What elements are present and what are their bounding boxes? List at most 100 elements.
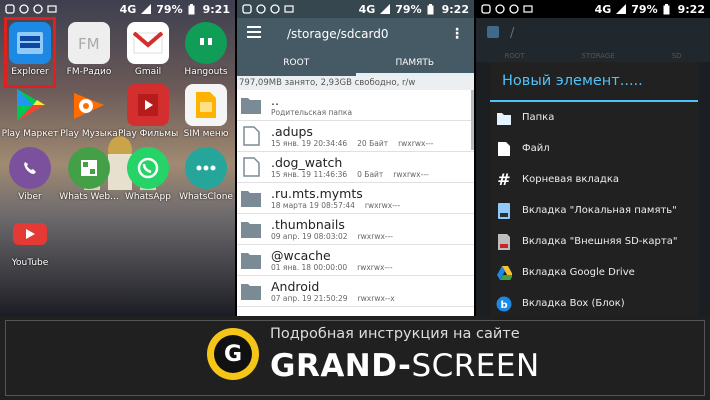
play-movies-icon [127, 84, 169, 126]
notification-icon [242, 4, 252, 14]
network-type: 4G [594, 2, 612, 16]
file-icon [243, 126, 260, 146]
app-play-music[interactable]: Play Музыка [59, 84, 119, 139]
highlight-frame [4, 17, 56, 88]
image-notification-icon [284, 4, 294, 14]
list-item[interactable]: .ru.mts.mymts 18 марта 19 08:57:44 rwxrwx… [237, 183, 474, 214]
menu-item-folder[interactable]: Папка [490, 102, 698, 133]
notification-icon [5, 4, 15, 14]
clock: 9:22 [677, 2, 705, 16]
local-storage-icon [496, 202, 512, 220]
current-path: /storage/sdcard0 [287, 26, 389, 41]
network-type: 4G [358, 2, 376, 16]
list-item[interactable]: .. Родительская папка [237, 90, 474, 121]
background-tabs: ROOT STORAGE SD [476, 49, 710, 62]
play-music-icon [68, 84, 110, 126]
overflow-menu-icon[interactable]: ⋮ [450, 26, 464, 42]
app-play-movies[interactable]: Play Фильмы [118, 84, 178, 139]
menu-item-google-drive-tab[interactable]: Вкладка Google Drive [490, 257, 698, 288]
storage-info: 797,09MB занято, 2,93GB свободно, r/w [237, 76, 474, 90]
app-whatsclone[interactable]: WhatsClone [176, 147, 235, 202]
menu-item-label: Файл [522, 143, 550, 154]
svg-text:b: b [501, 300, 508, 311]
item-name: .adups [271, 123, 313, 139]
whatsapp-notification-icon [19, 4, 29, 14]
app-fm-radio[interactable]: FM FM-Радио [59, 22, 119, 77]
new-item-screen: 4G 79% 9:22 / ROOT STORAGE SD Новый элем… [476, 0, 710, 316]
gmail-icon [127, 22, 169, 64]
app-gmail[interactable]: Gmail [118, 22, 178, 77]
list-item[interactable]: .thumbnails 09 апр. 19 08:03:02 rwxrwx--- [237, 214, 474, 245]
clock: 9:22 [441, 2, 469, 16]
app-label: Play Фильмы [118, 129, 179, 139]
battery-level: 79% [395, 2, 422, 16]
folder-icon [241, 222, 261, 238]
battery-icon [663, 4, 673, 15]
app-label: FM-Радио [66, 67, 112, 77]
signal-icon [616, 4, 627, 14]
item-name: @wcache [271, 247, 331, 263]
explorer-app-icon [486, 25, 500, 43]
app-label: Viber [18, 192, 42, 202]
app-label: Play Музыка [60, 129, 118, 139]
new-item-dialog: Новый элемент..... Папка Файл # Корневая… [490, 62, 698, 316]
menu-item-label: Вкладка Box (Блок) [522, 298, 625, 309]
play-market-icon [9, 84, 51, 126]
sd-card-icon [496, 233, 512, 251]
menu-item-local-storage-tab[interactable]: Вкладка "Локальная память" [490, 195, 698, 226]
item-name: .ru.mts.mymts [271, 185, 363, 201]
whatsapp-icon [127, 147, 169, 189]
sim-menu-icon [185, 84, 227, 126]
app-hangouts[interactable]: Hangouts [176, 22, 235, 77]
status-bar: 4G 79% 9:22 [237, 0, 474, 18]
battery-level: 79% [156, 2, 183, 16]
tab-memory[interactable]: ПАМЯТЬ [355, 49, 475, 76]
explorer-tabs: ROOT ПАМЯТЬ [237, 49, 474, 76]
app-sim-menu[interactable]: SIM меню [176, 84, 235, 139]
fm-radio-icon: FM [68, 22, 110, 64]
battery-icon [427, 4, 437, 15]
app-viber[interactable]: Viber [0, 147, 60, 202]
brand-name-rest: SCREEN [411, 348, 540, 384]
app-play-market[interactable]: Play Маркет [0, 84, 60, 139]
folder-icon [241, 191, 261, 207]
hangouts-icon [185, 22, 227, 64]
list-item[interactable]: @wcache 01 янв. 18 00:00:00 rwxrwx--- [237, 245, 474, 276]
item-permissions: rwxrwx--- [393, 169, 429, 179]
tab-root[interactable]: ROOT [237, 49, 356, 76]
whats-web-icon [68, 147, 110, 189]
menu-item-label: Корневая вкладка [522, 174, 620, 185]
list-item[interactable]: Android 07 апр. 19 21:50:29 rwxrwx--x [237, 276, 474, 307]
app-youtube[interactable]: YouTube [0, 213, 60, 268]
clock: 9:21 [202, 2, 230, 16]
screenshot-collage: 4G 79% 9:21 Explorer FM FM-Радио Gmail H… [0, 0, 710, 400]
menu-item-root-tab[interactable]: # Корневая вкладка [490, 164, 698, 195]
menu-icon[interactable] [247, 26, 261, 41]
background-path: / [510, 26, 515, 41]
whatsapp-notification-icon [495, 4, 505, 14]
item-date: 15 янв. 19 20:34:46 [271, 138, 348, 148]
background-tab: STORAGE [581, 51, 615, 60]
menu-item-file[interactable]: Файл [490, 133, 698, 164]
list-item[interactable]: .adups 15 янв. 19 20:34:46 20 Байт rwxrwx-… [237, 121, 474, 152]
whatsapp-notification-icon [256, 4, 266, 14]
menu-item-sd-card-tab[interactable]: Вкладка "Внешняя SD-карта" [490, 226, 698, 257]
background-toolbar: / [476, 18, 710, 49]
item-date: 07 апр. 19 21:50:29 [271, 293, 348, 303]
item-permissions: rwxrwx--x [357, 293, 395, 303]
scrollbar[interactable] [471, 90, 474, 150]
background-tab: SD [671, 51, 682, 60]
app-whatsapp[interactable]: WhatsApp [118, 147, 178, 202]
item-size: 0 Байт [357, 169, 384, 179]
logo-letter: G [214, 335, 252, 373]
explorer-screen: 4G 79% 9:22 /storage/sdcard0 ⋮ ROOT ПАМЯ… [237, 0, 474, 316]
app-whats-web[interactable]: Whats Web... [59, 147, 119, 202]
signal-icon [380, 4, 391, 14]
background-tab: ROOT [504, 51, 525, 60]
menu-item-box-tab[interactable]: b Вкладка Box (Блок) [490, 288, 698, 316]
folder-icon [241, 284, 261, 300]
image-notification-icon [523, 4, 533, 14]
whatsapp-notification-icon [509, 4, 519, 14]
banner-tagline: Подробная инструкция на сайте [270, 326, 520, 342]
list-item[interactable]: .dog_watch 15 янв. 19 11:46:36 0 Байт rwxr… [237, 152, 474, 183]
